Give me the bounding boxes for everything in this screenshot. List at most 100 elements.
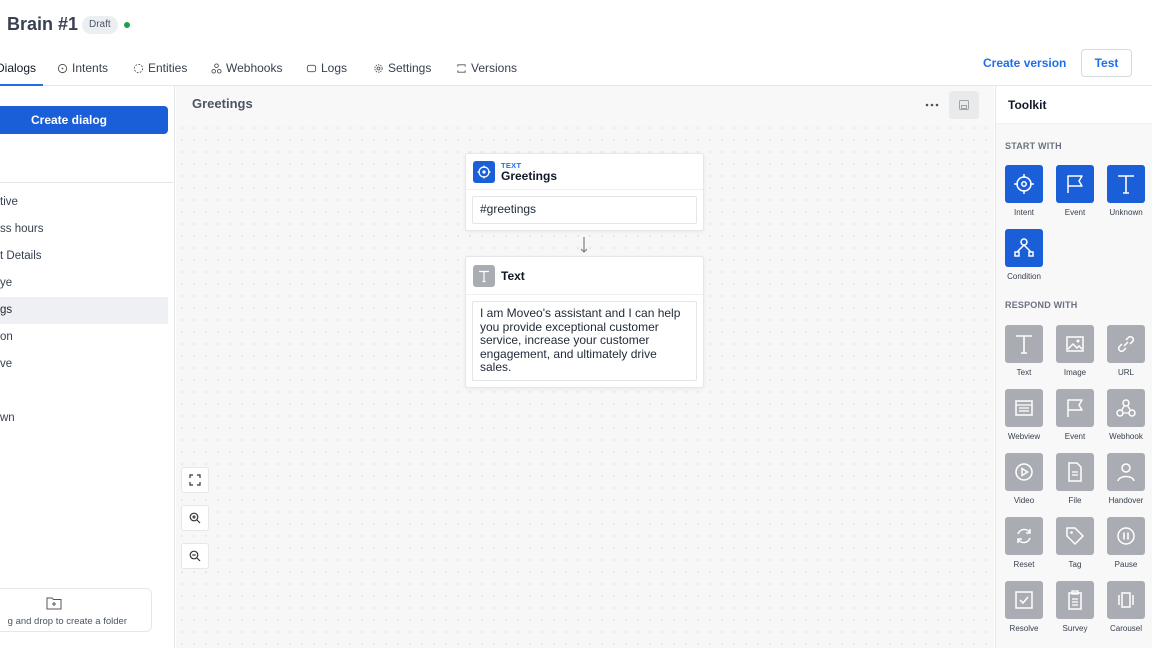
tool-text[interactable]: Text xyxy=(1005,325,1045,377)
tab-entities[interactable]: Entities xyxy=(133,56,187,80)
tool-label: Event xyxy=(1064,208,1086,217)
sidebar-item-dialog[interactable]: wn xyxy=(0,405,168,432)
response-node[interactable]: Text I am Moveo's assistant and I can he… xyxy=(465,256,704,388)
zoom-in-button[interactable] xyxy=(181,505,209,531)
create-dialog-button[interactable]: Create dialog xyxy=(0,106,168,134)
tool-label: URL xyxy=(1117,368,1134,377)
tab-versions[interactable]: Versions xyxy=(456,56,517,80)
canvas-topbar xyxy=(176,86,994,124)
sidebar-item-dialog[interactable]: t Details xyxy=(0,243,168,270)
tool-event[interactable]: Event xyxy=(1056,165,1096,217)
fit-view-button[interactable] xyxy=(181,467,209,493)
tool-label: Webview xyxy=(1007,432,1041,441)
zoom-out-button[interactable] xyxy=(181,543,209,569)
tab-webhooks[interactable]: Webhooks xyxy=(211,56,282,80)
tab-intents[interactable]: Intents xyxy=(57,56,108,80)
tool-label: Intent xyxy=(1013,208,1034,217)
tool-event-response[interactable]: Event xyxy=(1056,389,1096,441)
tool-label: Tag xyxy=(1068,560,1082,569)
tool-label: Event xyxy=(1064,432,1086,441)
dialog-label: ss hours xyxy=(0,223,44,235)
sidebar-item-dialog[interactable]: ye xyxy=(0,270,168,297)
app-header: Brain #1 Draft xyxy=(0,0,1152,50)
condition-icon xyxy=(1014,238,1034,257)
tool-webview[interactable]: Webview xyxy=(1005,389,1045,441)
dialog-label: wn xyxy=(0,412,15,424)
tab-logs[interactable]: Logs xyxy=(306,56,347,80)
sidebar-item-dialog[interactable] xyxy=(0,378,168,405)
dialog-label: ye xyxy=(0,277,13,289)
tool-pause[interactable]: Pause xyxy=(1107,517,1147,569)
webhook-icon xyxy=(211,62,222,74)
tool-intent[interactable]: Intent xyxy=(1005,165,1045,217)
tool-resolve[interactable]: Resolve xyxy=(1005,581,1045,633)
tool-label: Pause xyxy=(1114,560,1138,569)
intent-value[interactable]: #greetings xyxy=(472,196,697,224)
tool-image[interactable]: Image xyxy=(1056,325,1096,377)
tool-carousel[interactable]: Carousel xyxy=(1107,581,1147,633)
more-options-icon[interactable] xyxy=(924,97,940,113)
target-icon xyxy=(1014,174,1034,194)
dialog-canvas[interactable]: Greetings TEXT Greetings #greetings Text… xyxy=(176,86,994,648)
sidebar-item-dialog[interactable]: on xyxy=(0,324,168,351)
node-title: Text xyxy=(501,269,525,283)
tool-unknown[interactable]: Unknown xyxy=(1107,165,1147,217)
tab-dialogs[interactable]: Dialogs xyxy=(0,56,36,80)
webview-icon xyxy=(1015,400,1033,416)
sidebar-item-dialog[interactable]: tive xyxy=(0,189,168,216)
zoom-in-icon xyxy=(189,512,201,524)
status-badge: Draft xyxy=(82,16,118,34)
carousel-icon xyxy=(1118,592,1134,608)
tool-file[interactable]: File xyxy=(1056,453,1096,505)
test-button[interactable]: Test xyxy=(1081,49,1132,77)
node-type-badge xyxy=(473,161,495,183)
tool-label: File xyxy=(1068,496,1082,505)
node-header: TEXT Greetings xyxy=(466,154,703,190)
tool-label: Resolve xyxy=(1009,624,1039,633)
trigger-node[interactable]: TEXT Greetings #greetings xyxy=(465,153,704,231)
start-with-label: START WITH xyxy=(1005,141,1062,151)
text-t-icon xyxy=(479,270,489,283)
drop-folder-zone[interactable]: g and drop to create a folder xyxy=(0,588,152,632)
tool-webhook[interactable]: Webhook xyxy=(1107,389,1147,441)
flag-icon xyxy=(1067,175,1083,193)
save-button[interactable] xyxy=(949,91,979,119)
expand-icon xyxy=(189,474,201,486)
tab-label: Versions xyxy=(471,61,518,75)
respond-with-label: RESPOND WITH xyxy=(1005,300,1078,310)
tool-video[interactable]: Video xyxy=(1005,453,1045,505)
pause-icon xyxy=(1117,527,1135,545)
tool-condition[interactable]: Condition xyxy=(1005,229,1045,281)
tool-tag[interactable]: Tag xyxy=(1056,517,1096,569)
tab-label: Entities xyxy=(148,61,188,75)
tool-reset[interactable]: Reset xyxy=(1005,517,1045,569)
tool-url[interactable]: URL xyxy=(1107,325,1147,377)
dialog-label: gs xyxy=(0,304,13,316)
sidebar-item-dialog-selected[interactable]: gs xyxy=(0,297,168,324)
image-icon xyxy=(1066,336,1084,352)
tab-settings[interactable]: Settings xyxy=(373,56,431,80)
dialog-label: on xyxy=(0,331,13,343)
tool-label: Webhook xyxy=(1109,432,1143,441)
tab-label: Settings xyxy=(388,61,432,75)
person-icon xyxy=(1117,463,1135,482)
dialog-label: t Details xyxy=(0,250,42,262)
sidebar-item-dialog[interactable]: ve xyxy=(0,351,168,378)
node-header: Text xyxy=(466,257,703,295)
tool-handover[interactable]: Handover xyxy=(1107,453,1147,505)
create-version-link[interactable]: Create version xyxy=(983,56,1066,70)
dialog-label: tive xyxy=(0,196,18,208)
response-text[interactable]: I am Moveo's assistant and I can help yo… xyxy=(472,301,697,381)
node-type-badge xyxy=(473,265,495,287)
sidebar-item-dialog[interactable]: ss hours xyxy=(0,216,168,243)
link-icon xyxy=(1117,335,1135,353)
sidebar-divider xyxy=(0,182,175,183)
tab-label: Webhooks xyxy=(226,61,283,75)
dialog-title: Greetings xyxy=(192,96,253,111)
node-title: Greetings xyxy=(501,169,558,183)
tool-label: Reset xyxy=(1013,560,1035,569)
target-icon xyxy=(477,165,491,179)
webhook-icon xyxy=(1116,399,1136,417)
tab-label: Logs xyxy=(321,61,348,75)
tool-survey[interactable]: Survey xyxy=(1056,581,1096,633)
